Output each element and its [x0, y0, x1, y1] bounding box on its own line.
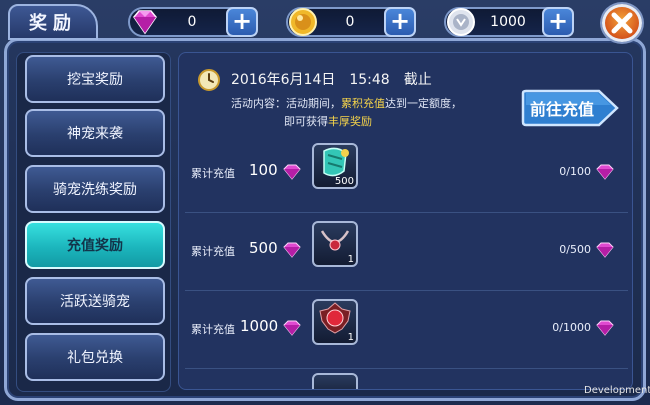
go-recharge-label: 前往充值 [529, 100, 594, 119]
sidebar-item-gift-code[interactable]: 礼包兑换 [25, 333, 165, 381]
development-watermark: Development [584, 385, 650, 396]
reward-category-sidebar: 挖宝奖励 神宠来袭 骑宠洗练奖励 充值奖励 活跃送骑宠 礼包兑换 [16, 52, 171, 392]
add-silver-button[interactable]: + [542, 7, 574, 37]
recharge-reward-panel: 2016年6月14日 15:48 截止 活动内容：活动期间，累积充值达到一定额度… [178, 52, 633, 390]
reward-row: 累计充值 100 500 0/100 [179, 135, 632, 213]
reward-item-slot[interactable]: 1 [312, 299, 358, 345]
sidebar-item-treasure-dig[interactable]: 挖宝奖励 [25, 55, 165, 103]
gold-balance-value: 0 [345, 14, 355, 30]
pink-gem-icon [596, 320, 614, 336]
pink-gem-icon [283, 242, 301, 258]
add-gold-button[interactable]: + [384, 7, 416, 37]
clock-icon [198, 69, 220, 91]
event-description-line2: 即可获得丰厚奖励 [284, 115, 372, 128]
sidebar-item-label: 神宠来袭 [67, 126, 123, 142]
gold-balance: 0 + [286, 7, 416, 37]
reward-row-label: 累计充值 [191, 245, 235, 258]
row-divider [185, 368, 628, 369]
event-deadline: 2016年6月14日 15:48 截止 [231, 72, 432, 88]
gem-balance-value: 0 [187, 14, 197, 30]
reward-progress: 0/100 [559, 165, 591, 178]
sidebar-item-label: 充值奖励 [67, 238, 123, 254]
reward-row: 累计充值 500 1 0/500 [179, 213, 632, 291]
reward-item-slot-partial[interactable] [312, 373, 358, 389]
close-icon [611, 12, 633, 34]
sidebar-item-label: 骑宠洗练奖励 [53, 182, 137, 198]
silver-coin-icon [447, 8, 475, 36]
reward-item-qty: 500 [334, 176, 354, 187]
pink-gem-icon [596, 164, 614, 180]
sidebar-item-activity-mount[interactable]: 活跃送骑宠 [25, 277, 165, 325]
sidebar-item-label: 挖宝奖励 [67, 72, 123, 88]
reward-window: 奖励 0 + 0 + 1000 + 挖宝奖励 神宠来袭 骑宠洗练奖励 充值奖励 … [0, 0, 650, 405]
pink-gem-icon [596, 242, 614, 258]
gem-balance: 0 + [128, 7, 258, 37]
reward-row: 累计充值 1000 1 0/1000 [179, 291, 632, 369]
reward-row-label: 累计充值 [191, 323, 235, 336]
reward-item-qty: 1 [347, 254, 354, 265]
reward-threshold: 100 [249, 161, 278, 179]
reward-progress: 0/500 [559, 243, 591, 256]
sidebar-item-mount-refine[interactable]: 骑宠洗练奖励 [25, 165, 165, 213]
reward-threshold: 500 [249, 239, 278, 257]
reward-row-label: 累计充值 [191, 167, 235, 180]
gold-coin-icon [289, 8, 317, 36]
pink-gem-icon [133, 10, 157, 35]
go-recharge-button[interactable]: 前往充值 [519, 89, 619, 127]
sidebar-item-recharge-reward[interactable]: 充值奖励 [25, 221, 165, 269]
silver-balance-value: 1000 [490, 14, 526, 30]
reward-progress: 0/1000 [552, 321, 591, 334]
sidebar-item-label: 礼包兑换 [67, 350, 123, 366]
reward-item-slot[interactable]: 1 [312, 221, 358, 267]
sidebar-item-label: 活跃送骑宠 [60, 294, 130, 310]
close-button[interactable] [602, 4, 642, 42]
event-description: 活动内容：活动期间，累积充值达到一定额度， [231, 97, 462, 110]
reward-threshold: 1000 [240, 317, 279, 335]
sidebar-item-divine-pet[interactable]: 神宠来袭 [25, 109, 165, 157]
pink-gem-icon [283, 320, 301, 336]
add-gems-button[interactable]: + [226, 7, 258, 37]
pink-gem-icon [283, 164, 301, 180]
reward-item-qty: 1 [347, 332, 354, 343]
window-title: 奖励 [8, 4, 98, 40]
reward-item-slot[interactable]: 500 [312, 143, 358, 189]
silver-balance: 1000 + [444, 7, 574, 37]
